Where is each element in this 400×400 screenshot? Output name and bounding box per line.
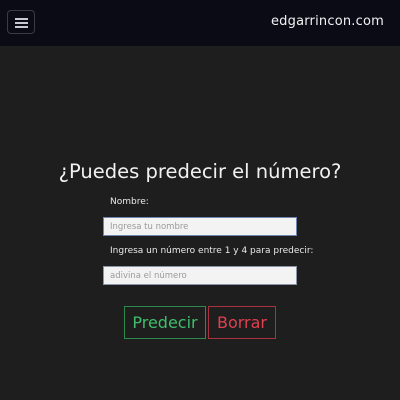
number-input[interactable]: [103, 266, 297, 285]
top-navbar: edgarrincon.com: [0, 0, 400, 46]
menu-bar-line: [15, 22, 28, 24]
name-label: Nombre:: [110, 197, 149, 207]
menu-bar-line: [15, 18, 28, 20]
menu-bar-line: [15, 26, 28, 28]
page-title: ¿Puedes predecir el número?: [58, 160, 342, 183]
number-label: Ingresa un número entre 1 y 4 para prede…: [110, 246, 314, 256]
brand-link[interactable]: edgarrincon.com: [271, 14, 384, 29]
predict-button[interactable]: Predecir: [124, 306, 206, 339]
clear-button[interactable]: Borrar: [208, 306, 276, 339]
name-input[interactable]: [103, 217, 297, 236]
hamburger-menu-icon[interactable]: [7, 10, 35, 34]
